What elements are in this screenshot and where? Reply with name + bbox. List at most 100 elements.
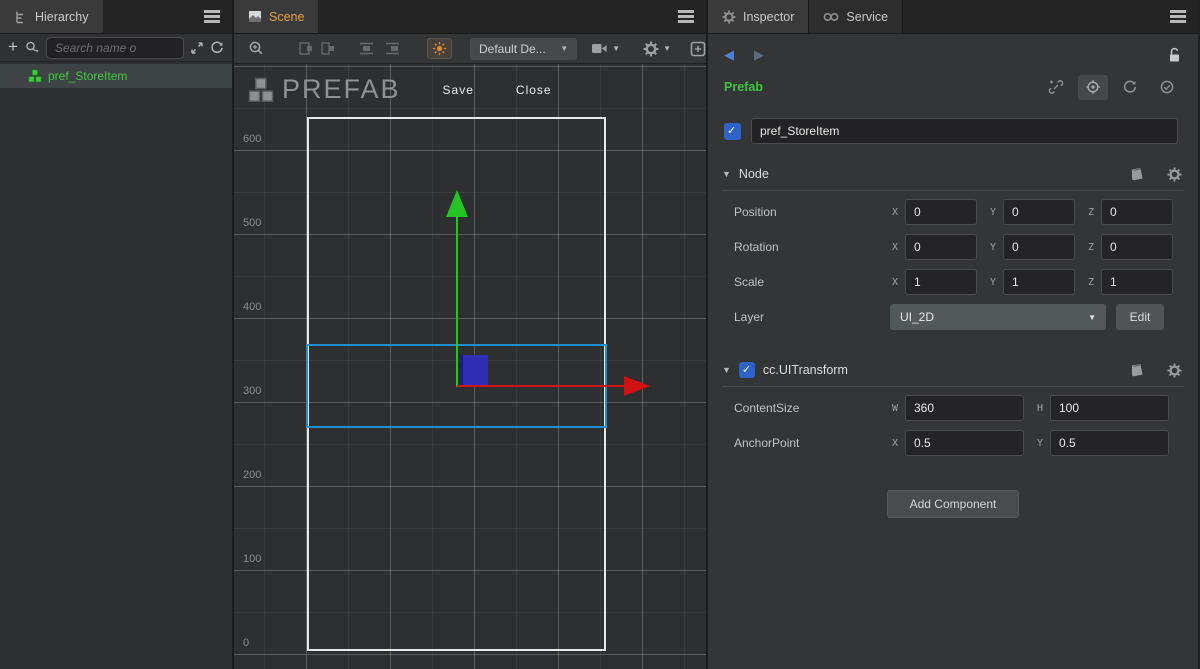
rotation-x-input[interactable] <box>905 234 977 260</box>
hierarchy-tab-label: Hierarchy <box>35 10 89 24</box>
ruler-label-0: 0 <box>243 637 273 649</box>
prefab-mode-title: PREFAB <box>282 74 401 105</box>
search-filter-icon[interactable] <box>24 40 40 55</box>
hierarchy-item-pref-storeitem[interactable]: pref_StoreItem <box>0 64 232 88</box>
layout-icon[interactable] <box>690 41 706 57</box>
create-node-button[interactable]: + <box>8 38 18 55</box>
hierarchy-tree-icon <box>14 10 28 24</box>
prefab-asset-label: Prefab <box>724 80 763 94</box>
tab-inspector[interactable]: Inspector <box>708 0 809 33</box>
x-axis-gizmo-line <box>457 385 625 387</box>
hierarchy-panel: Hierarchy + <box>0 0 234 669</box>
camera-settings-icon[interactable]: ▼ <box>591 42 620 55</box>
prefab-edit-bar: PREFAB Save Close <box>248 74 552 105</box>
rotation-z-input[interactable] <box>1101 234 1173 260</box>
node-name-input[interactable] <box>751 118 1178 144</box>
camera-view-value: Default De... <box>479 42 546 56</box>
node-active-checkbox[interactable] <box>724 123 741 140</box>
nav-back-icon[interactable]: ◀ <box>724 47 734 63</box>
chevron-down-icon: ▼ <box>612 44 620 53</box>
axis-y-label: Y <box>988 207 998 218</box>
rotation-y-input[interactable] <box>1003 234 1075 260</box>
ruler-label-600: 600 <box>243 133 273 145</box>
anchor-point-x-input[interactable] <box>905 430 1024 456</box>
scene-toolbar: Default De... ▼ ▼ ▼ <box>234 34 706 64</box>
axis-x-label: X <box>890 207 900 218</box>
ruler-label-200: 200 <box>243 469 273 481</box>
expand-collapse-icon[interactable] <box>190 41 204 55</box>
rotation-label: Rotation <box>708 240 890 254</box>
scene-tab-label: Scene <box>269 10 304 24</box>
inspector-tab-label: Inspector <box>743 10 794 24</box>
align-right-icon[interactable] <box>320 41 336 56</box>
chevron-down-icon: ▼ <box>663 44 671 53</box>
tab-service[interactable]: Service <box>809 0 903 33</box>
collapse-arrow-icon[interactable]: ▼ <box>722 169 731 179</box>
scene-menu-icon[interactable] <box>678 10 694 23</box>
align-left-icon[interactable] <box>298 41 314 56</box>
layer-edit-button[interactable]: Edit <box>1116 304 1164 330</box>
gizmo-light-toggle-icon[interactable] <box>427 38 452 59</box>
scene-settings-gear-icon[interactable]: ▼ <box>643 41 671 57</box>
axis-h-label: H <box>1035 403 1045 414</box>
scene-image-icon <box>248 10 262 23</box>
hierarchy-toolbar: + <box>0 34 232 62</box>
distribute-horizontal-icon[interactable] <box>358 41 375 56</box>
hierarchy-menu-icon[interactable] <box>204 10 220 23</box>
content-size-h-input[interactable] <box>1050 395 1169 421</box>
refresh-icon[interactable] <box>210 41 224 55</box>
position-x-input[interactable] <box>905 199 977 225</box>
chevron-down-icon: ▼ <box>560 44 568 53</box>
prefab-apply-button[interactable] <box>1152 75 1182 100</box>
camera-view-dropdown[interactable]: Default De... ▼ <box>470 38 577 60</box>
x-axis-gizmo-arrow[interactable] <box>624 376 650 396</box>
search-input[interactable] <box>47 38 183 58</box>
anchor-point-row: AnchorPoint X Y <box>708 430 1174 456</box>
scene-viewport[interactable]: PREFAB Save Close 600 500 400 300 200 10… <box>234 64 706 669</box>
node-settings-gear-icon[interactable] <box>1167 167 1182 182</box>
prefab-locate-button[interactable] <box>1078 75 1108 100</box>
axis-z-label: Z <box>1086 277 1096 288</box>
collapse-arrow-icon[interactable]: ▼ <box>722 365 731 375</box>
inspector-menu-icon[interactable] <box>1170 10 1186 23</box>
prefab-save-button[interactable]: Save <box>443 83 474 97</box>
lock-open-icon[interactable] <box>1167 47 1182 63</box>
ruler-label-400: 400 <box>243 301 273 313</box>
anchor-point-label: AnchorPoint <box>708 436 890 450</box>
zoom-tool-icon[interactable] <box>248 40 265 57</box>
axis-z-label: Z <box>1086 242 1096 253</box>
prefab-mode-cubes-icon <box>248 77 274 103</box>
layer-label: Layer <box>708 310 890 324</box>
add-component-button[interactable]: Add Component <box>887 490 1019 518</box>
y-axis-gizmo-line <box>456 216 458 387</box>
scale-x-input[interactable] <box>905 269 977 295</box>
help-book-icon[interactable] <box>1129 167 1145 182</box>
nav-forward-icon[interactable]: ▶ <box>754 47 764 63</box>
uitransform-section-title: cc.UITransform <box>763 363 848 377</box>
uitransform-enabled-checkbox[interactable] <box>739 362 755 378</box>
help-book-icon[interactable] <box>1129 363 1145 378</box>
scale-y-input[interactable] <box>1003 269 1075 295</box>
position-y-input[interactable] <box>1003 199 1075 225</box>
layer-dropdown[interactable]: UI_2D ▼ <box>890 304 1106 330</box>
tab-hierarchy[interactable]: Hierarchy <box>0 0 103 33</box>
position-z-input[interactable] <box>1101 199 1173 225</box>
y-axis-gizmo-arrow[interactable] <box>446 190 468 217</box>
service-tab-label: Service <box>846 10 888 24</box>
layer-row: Layer UI_2D ▼ Edit <box>708 304 1174 330</box>
distribute-vertical-icon[interactable] <box>384 41 401 56</box>
divider <box>722 190 1184 191</box>
scale-z-input[interactable] <box>1101 269 1173 295</box>
axis-x-label: X <box>890 438 900 449</box>
uitransform-settings-gear-icon[interactable] <box>1167 363 1182 378</box>
tab-scene[interactable]: Scene <box>234 0 318 33</box>
prefab-reset-button[interactable] <box>1115 75 1145 100</box>
prefab-close-button[interactable]: Close <box>516 83 552 97</box>
content-size-w-input[interactable] <box>905 395 1024 421</box>
anchor-point-y-input[interactable] <box>1050 430 1169 456</box>
anchor-gizmo-handle[interactable] <box>460 355 488 385</box>
hierarchy-tabbar: Hierarchy <box>0 0 232 34</box>
prefab-unlink-button[interactable] <box>1041 75 1071 100</box>
scene-tabbar: Scene <box>234 0 706 34</box>
ruler-label-500: 500 <box>243 217 273 229</box>
